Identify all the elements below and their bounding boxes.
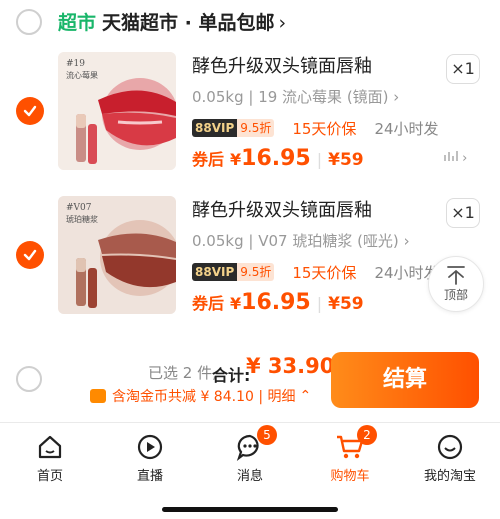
product-spec-text: 0.05kg | 19 流心莓果 (镜面) [192,88,389,106]
price-value: 16.95 [241,290,311,315]
chevron-up-icon: ⌃ [299,388,312,404]
price-label: 券后 [192,294,225,313]
vip-label: 88VIP [192,119,238,137]
message-count-badge: 5 [257,425,277,445]
tab-label: 消息 [236,469,263,484]
profile-icon [405,431,495,463]
cart-count-badge: 2 [357,425,377,445]
check-icon [23,249,37,261]
shop-name-text: 天猫超市 · 单品包邮 [102,12,275,34]
item-select-checkbox[interactable] [16,241,44,269]
price-value: 16.95 [241,146,311,171]
chevron-right-icon: › [278,12,287,34]
quantity-stepper[interactable]: ×1 [446,198,480,228]
price-divider: | [316,150,323,169]
shop-tag: 超市 [58,12,97,34]
shipping-badge: 24小时发 [374,119,439,138]
original-price: ¥59 [328,150,364,170]
coin-icon [90,389,106,403]
tab-cart[interactable]: 2 购物车 [305,425,395,484]
back-to-top-button[interactable]: 顶部 [428,256,484,312]
check-icon [23,105,37,117]
selected-count: 已选 2 件, [148,364,217,382]
home-indicator[interactable] [162,507,338,512]
checkout-bar: 已选 2 件, 合计: ¥ 33.90 含淘金币共减 ¥ 84.10 | 明细 … [0,344,500,422]
price-divider: | [316,294,323,313]
product-image: #V07 琥珀糖浆 [58,196,176,314]
tab-label: 首页 [36,469,63,484]
quantity-stepper[interactable]: ×1 [446,54,480,84]
tab-label: 直播 [136,469,163,484]
shop-name[interactable]: 天猫超市 · 单品包邮 › [102,8,286,35]
price-label: 券后 [192,150,225,169]
thumb-number: #V07 [66,203,92,213]
product-title[interactable]: 酵色升级双头镜面唇釉 [192,196,372,222]
price-currency: ¥ [230,294,242,313]
thumb-name: 琥珀糖浆 [66,214,98,224]
price-protect-badge: 15天价保 [292,263,357,282]
promo-row: 88VIP 9.5折 15天价保 24小时发 [192,118,439,138]
product-thumbnail[interactable]: #V07 琥珀糖浆 [58,196,176,314]
tab-home[interactable]: 首页 [5,431,95,484]
price-currency: ¥ [230,150,242,169]
discount-detail-link[interactable]: 含淘金币共减 ¥ 84.10 | 明细 ⌃ [90,386,311,406]
cart-card: 超市 天猫超市 · 单品包邮 › #19 流心莓果 酵色升级双头镜面唇釉 ×1 0… [0,0,500,344]
tab-profile[interactable]: 我的淘宝 [405,431,495,484]
tab-label: 购物车 [330,469,370,484]
tab-live[interactable]: 直播 [105,431,195,484]
live-icon [105,431,195,463]
vip-discount: 9.5折 [237,119,275,137]
shop-select-radio[interactable] [16,9,42,35]
thumb-name: 流心莓果 [66,70,98,80]
cart-item: #19 流心莓果 酵色升级双头镜面唇釉 ×1 0.05kg | 19 流心莓果 … [0,52,500,192]
price-row: 券后 ¥ 16.95 | ¥59 [192,146,364,171]
total-amount: ¥ 33.90 [246,354,335,378]
vip-badge: 88VIP 9.5折 [192,119,275,137]
product-thumbnail[interactable]: #19 流心莓果 [58,52,176,170]
promo-row: 88VIP 9.5折 15天价保 24小时发 [192,262,439,282]
similar-items-button[interactable]: › [444,150,467,166]
arrow-up-icon [447,266,465,285]
item-select-checkbox[interactable] [16,97,44,125]
back-to-top-label: 顶部 [443,288,468,302]
shop-row[interactable]: 超市 天猫超市 · 单品包邮 › [0,0,500,44]
thumb-number: #19 [66,59,85,69]
discount-text: 含淘金币共减 ¥ 84.10 | 明细 [112,389,296,405]
vip-label: 88VIP [192,263,238,281]
product-spec[interactable]: 0.05kg | 19 流心莓果 (镜面) › [192,86,399,107]
price-row: 券后 ¥ 16.95 | ¥59 [192,290,364,315]
tab-label: 我的淘宝 [423,469,476,484]
tab-messages[interactable]: 5 消息 [205,425,295,484]
original-price: ¥59 [328,294,364,314]
cart-icon: 2 [305,425,395,463]
home-icon [5,431,95,463]
select-all-radio[interactable] [16,366,42,392]
bottom-tab-bar: 首页 直播 5 消息 2 购物车 我的淘宝 [0,422,500,519]
checkout-button[interactable]: 结算 [331,352,479,408]
total-label: 合计: [212,366,251,385]
product-image: #19 流心莓果 [58,52,176,170]
vip-discount: 9.5折 [237,263,275,281]
price-protect-badge: 15天价保 [292,119,357,138]
product-title[interactable]: 酵色升级双头镜面唇釉 [192,52,372,78]
product-spec-text: 0.05kg | V07 琥珀糖浆 (哑光) [192,232,399,250]
similar-icon [444,151,458,161]
product-spec[interactable]: 0.05kg | V07 琥珀糖浆 (哑光) › [192,230,410,251]
message-icon: 5 [205,425,295,463]
vip-badge: 88VIP 9.5折 [192,263,275,281]
cart-item: #V07 琥珀糖浆 酵色升级双头镜面唇釉 ×1 0.05kg | V07 琥珀糖… [0,196,500,336]
